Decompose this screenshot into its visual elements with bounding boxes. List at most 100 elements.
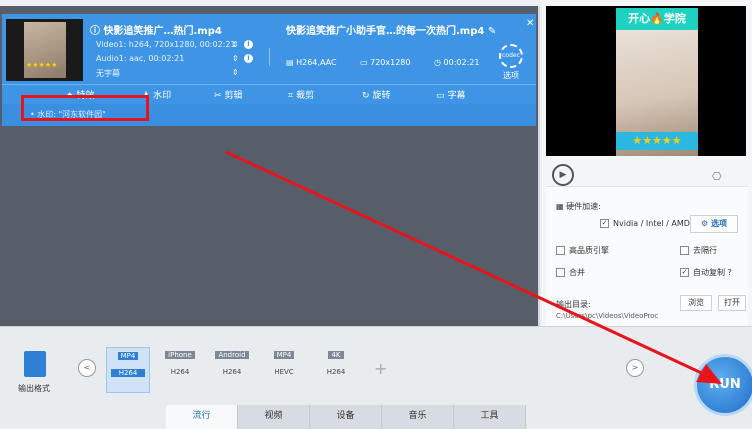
chip-icon: ▦	[556, 202, 567, 211]
source-file-title: ⓘ 快影追笑推广…热门.mp4	[90, 26, 222, 37]
tool-rotate-label: 旋转	[372, 91, 391, 101]
run-button[interactable]: RUN	[694, 354, 752, 416]
browse-button[interactable]: 浏览	[680, 295, 712, 311]
checkbox-checked-icon: ✓	[680, 268, 689, 277]
right-panel: 开心🔥学院 ★★★★★ ▶ ⎔ ▦ 硬件加速: ✓ Nvidia / Intel …	[542, 0, 752, 326]
format-codec: HEVC	[274, 368, 294, 376]
preview-banner-title: 开心🔥学院	[616, 8, 698, 30]
format-android-h264[interactable]: Android H264	[210, 347, 254, 393]
audio-track-info: Audio1: aac, 00:02:21	[96, 54, 185, 63]
video-thumbnail[interactable]: ★★★★★	[6, 19, 83, 81]
options-button-label: 选项	[710, 219, 727, 228]
audio-track-toggle[interactable]: ⇕	[232, 54, 239, 63]
format-codec: H264	[326, 368, 346, 376]
tab-device[interactable]: 设备	[310, 405, 382, 429]
high-quality-label: 高品质引擎	[569, 246, 609, 255]
output-resolution-value: 720x1280	[370, 58, 411, 67]
merge-label: 合并	[569, 268, 585, 277]
rotate-icon: ↻	[362, 91, 370, 101]
format-bar: 输出格式 < MP4 H264 iPhone H264 Android H264 MP…	[0, 326, 752, 429]
tab-tools[interactable]: 工具	[454, 405, 526, 429]
format-codec: H264	[170, 368, 190, 376]
snapshot-camera-icon[interactable]: ⎔	[712, 170, 722, 183]
video-track-info: Video1: h264, 720x1280, 00:02:21	[96, 40, 236, 49]
hardware-accel-label: ▦ 硬件加速:	[556, 201, 601, 212]
tool-cut-label: 剪辑	[224, 91, 243, 101]
subtitle-icon: ▭	[436, 91, 445, 101]
merge-checkbox[interactable]: 合并	[556, 267, 585, 278]
high-quality-checkbox[interactable]: 高品质引擎	[556, 245, 609, 256]
tab-video[interactable]: 视频	[238, 405, 310, 429]
format-tag: iPhone	[165, 351, 195, 359]
output-codec-value: H264,AAC	[296, 58, 337, 67]
output-file-title[interactable]: 快影追笑推广小助手官…的每一次热门.mp4 ✎	[286, 22, 496, 37]
hardware-accel-checkbox[interactable]: ✓ Nvidia / Intel / AMD	[600, 219, 690, 228]
source-file-name: 快影追笑推广…热门.mp4	[103, 26, 222, 37]
output-format-icon[interactable]	[24, 351, 46, 377]
auto-copy-checkbox[interactable]: ✓ 自动复制 ?	[680, 267, 732, 278]
scroll-right-icon[interactable]: >	[626, 359, 644, 377]
output-folder-label: 输出目录:	[556, 300, 591, 309]
edit-name-icon[interactable]: ✎	[488, 26, 496, 37]
checkbox-icon	[556, 268, 565, 277]
format-mp4-hevc[interactable]: MP4 HEVC	[262, 347, 306, 393]
videoproc-window: ★★★★★ ⓘ 快影追笑推广…热门.mp4 Video1: h264, 720x…	[0, 0, 752, 429]
format-codec: H264	[111, 369, 145, 377]
video-track-toggle[interactable]: ⇕	[232, 40, 239, 49]
checkbox-checked-icon: ✓	[600, 219, 609, 228]
hardware-accel-text: 硬件加速:	[566, 202, 601, 211]
thumbnail-image	[24, 22, 66, 78]
codec-options-button[interactable]: codec 选项	[496, 44, 526, 84]
format-tag: 4K	[328, 351, 344, 359]
format-4k-h264[interactable]: 4K H264	[314, 347, 358, 393]
output-duration-value: 00:02:21	[443, 58, 480, 67]
output-folder-path[interactable]: C:\Users\pc\Videos\VideoProc	[556, 312, 658, 320]
open-folder-button[interactable]: 打开	[718, 295, 746, 311]
format-tag: MP4	[273, 351, 295, 359]
video-info-icon[interactable]: i	[244, 40, 253, 49]
tool-crop-label: 裁剪	[296, 91, 315, 101]
highlight-box	[21, 95, 149, 121]
deinterlace-checkbox[interactable]: 去隔行	[680, 245, 717, 256]
checkbox-icon	[680, 246, 689, 255]
task-list-area: ★★★★★ ⓘ 快影追笑推广…热门.mp4 Video1: h264, 720x…	[0, 6, 540, 326]
close-task-icon[interactable]: ✕	[526, 18, 534, 29]
codec-gear-icon: codec	[499, 44, 523, 68]
add-format-icon[interactable]: +	[374, 359, 387, 378]
convert-arrow-icon	[260, 48, 270, 66]
hardware-accel-option: Nvidia / Intel / AMD	[613, 219, 690, 228]
thumbnail-stars: ★★★★★	[26, 61, 58, 69]
tool-watermark-label: 水印	[153, 91, 172, 101]
tab-music[interactable]: 音乐	[382, 405, 454, 429]
output-codec: ▤ H264,AAC	[286, 58, 337, 67]
audio-info-icon[interactable]: i	[244, 54, 253, 63]
format-tag: Android	[215, 351, 249, 359]
output-file-name: 快影追笑推广小助手官…的每一次热门.mp4	[286, 26, 485, 37]
codec-options-label: 选项	[503, 71, 519, 80]
preview-stars: ★★★★★	[616, 132, 698, 150]
subtitle-track-info: 无字幕	[96, 69, 120, 78]
format-mp4-h264[interactable]: MP4 H264	[106, 347, 150, 393]
play-icon[interactable]: ▶	[552, 164, 574, 186]
output-resolution: ▭ 720x1280	[360, 58, 411, 67]
tool-cut[interactable]: ✂ 剪辑	[214, 88, 243, 101]
checkbox-icon	[556, 246, 565, 255]
preview-window: 开心🔥学院 ★★★★★	[546, 6, 746, 156]
tab-popular[interactable]: 流行	[166, 405, 238, 429]
format-codec: H264	[222, 368, 242, 376]
tool-crop[interactable]: ⌗ 裁剪	[288, 88, 314, 101]
subtitle-track-toggle[interactable]: ⇕	[232, 68, 239, 77]
tool-subtitle[interactable]: ▭ 字幕	[436, 88, 466, 101]
preview-image: 开心🔥学院 ★★★★★	[616, 8, 698, 156]
tool-rotate[interactable]: ↻ 旋转	[362, 88, 391, 101]
format-iphone-h264[interactable]: iPhone H264	[158, 347, 202, 393]
options-panel: ▦ 硬件加速: ✓ Nvidia / Intel / AMD ⚙ 选项 高品质引擎…	[546, 186, 748, 326]
scroll-left-icon[interactable]: <	[78, 359, 96, 377]
output-duration: ◷ 00:02:21	[434, 58, 480, 67]
output-format-label: 输出格式	[18, 384, 50, 393]
gear-icon: ⚙	[701, 219, 711, 228]
options-button[interactable]: ⚙ 选项	[690, 215, 738, 233]
format-tag: MP4	[117, 352, 139, 360]
help-icon[interactable]: ?	[728, 268, 732, 277]
deinterlace-label: 去隔行	[693, 246, 717, 255]
